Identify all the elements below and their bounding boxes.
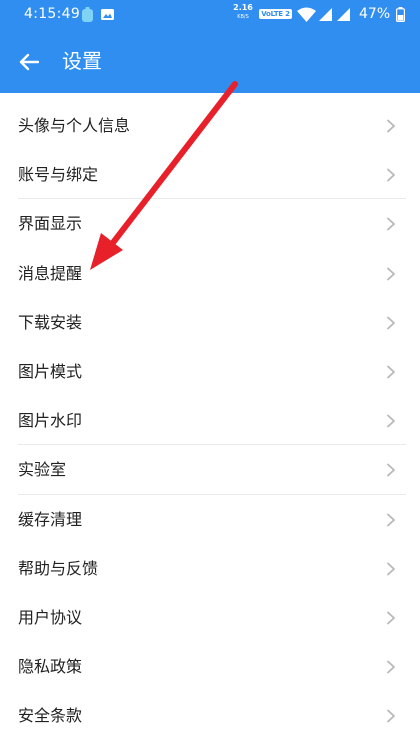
settings-item[interactable]: 帮助与反馈: [0, 544, 420, 593]
settings-item[interactable]: 账号与绑定: [0, 150, 420, 200]
settings-item-label: 图片水印: [18, 411, 83, 431]
status-time: 4:15:49: [24, 6, 81, 22]
settings-item[interactable]: 消息提醒: [0, 249, 420, 298]
settings-item-label: 安全条款: [18, 706, 83, 726]
network-speed-unit: KB/S: [237, 14, 249, 20]
settings-item-label: 隐私政策: [18, 657, 83, 677]
top-bar: 4:15:49 2.16 KB/S VoLTE 2 47% 设置: [0, 0, 420, 93]
settings-item-label: 下载安装: [18, 312, 83, 332]
settings-item[interactable]: 图片水印: [0, 396, 420, 446]
settings-item[interactable]: 头像与个人信息: [0, 101, 420, 150]
settings-list: 头像与个人信息 账号与绑定界面显示消息提醒下载安装图片模式图片水印实验室缓存清理帮…: [0, 101, 420, 740]
chevron-right-icon: [387, 267, 395, 280]
chevron-right-icon: [387, 365, 395, 379]
chevron-right-icon: [387, 513, 395, 526]
chevron-right-icon: [387, 168, 395, 182]
chevron-right-icon: [387, 463, 395, 477]
status-bar: 4:15:49 2.16 KB/S VoLTE 2 47%: [0, 0, 420, 30]
chevron-right-icon: [387, 709, 395, 723]
battery-percent: 47%: [359, 6, 391, 22]
settings-item[interactable]: 安全条款: [0, 691, 420, 740]
settings-item-label: 缓存清理: [18, 509, 83, 529]
image-icon: [101, 9, 114, 20]
chevron-right-icon: [387, 611, 395, 625]
settings-item[interactable]: 缓存清理: [0, 495, 420, 544]
back-button[interactable]: [14, 47, 44, 77]
volte-badge: VoLTE 2: [259, 9, 292, 19]
wifi-icon: [297, 7, 316, 22]
settings-item[interactable]: 隐私政策: [0, 642, 420, 691]
settings-item-label: 头像与个人信息: [18, 116, 131, 135]
signal-icon: [319, 8, 332, 21]
battery-icon: [396, 7, 405, 22]
settings-item[interactable]: 图片模式: [0, 347, 420, 396]
settings-item[interactable]: 实验室: [0, 445, 420, 495]
chevron-right-icon: [387, 119, 395, 133]
settings-item-label: 图片模式: [18, 361, 83, 381]
chevron-right-icon: [387, 414, 395, 428]
network-speed: 2.16 KB/S: [232, 4, 254, 21]
page-title: 设置: [62, 49, 102, 73]
settings-item[interactable]: 用户协议: [0, 593, 420, 642]
settings-item-label: 消息提醒: [18, 263, 83, 283]
signal-icon: [337, 8, 350, 21]
chevron-right-icon: [387, 660, 395, 674]
notification-icon: [82, 7, 93, 22]
settings-item-label: 实验室: [18, 460, 67, 480]
settings-item[interactable]: 下载安装: [0, 298, 420, 347]
app-bar: 设置: [0, 30, 420, 93]
network-speed-value: 2.16: [233, 3, 253, 12]
settings-item-label: 用户协议: [18, 607, 83, 627]
settings-item-label: 账号与绑定: [18, 165, 99, 185]
settings-item-label: 界面显示: [18, 214, 83, 234]
chevron-right-icon: [387, 562, 395, 576]
chevron-right-icon: [387, 316, 395, 330]
settings-item-label: 帮助与反馈: [18, 558, 99, 578]
chevron-right-icon: [387, 217, 395, 231]
arrow-left-icon: [19, 53, 39, 71]
settings-item[interactable]: 界面显示: [0, 199, 420, 248]
